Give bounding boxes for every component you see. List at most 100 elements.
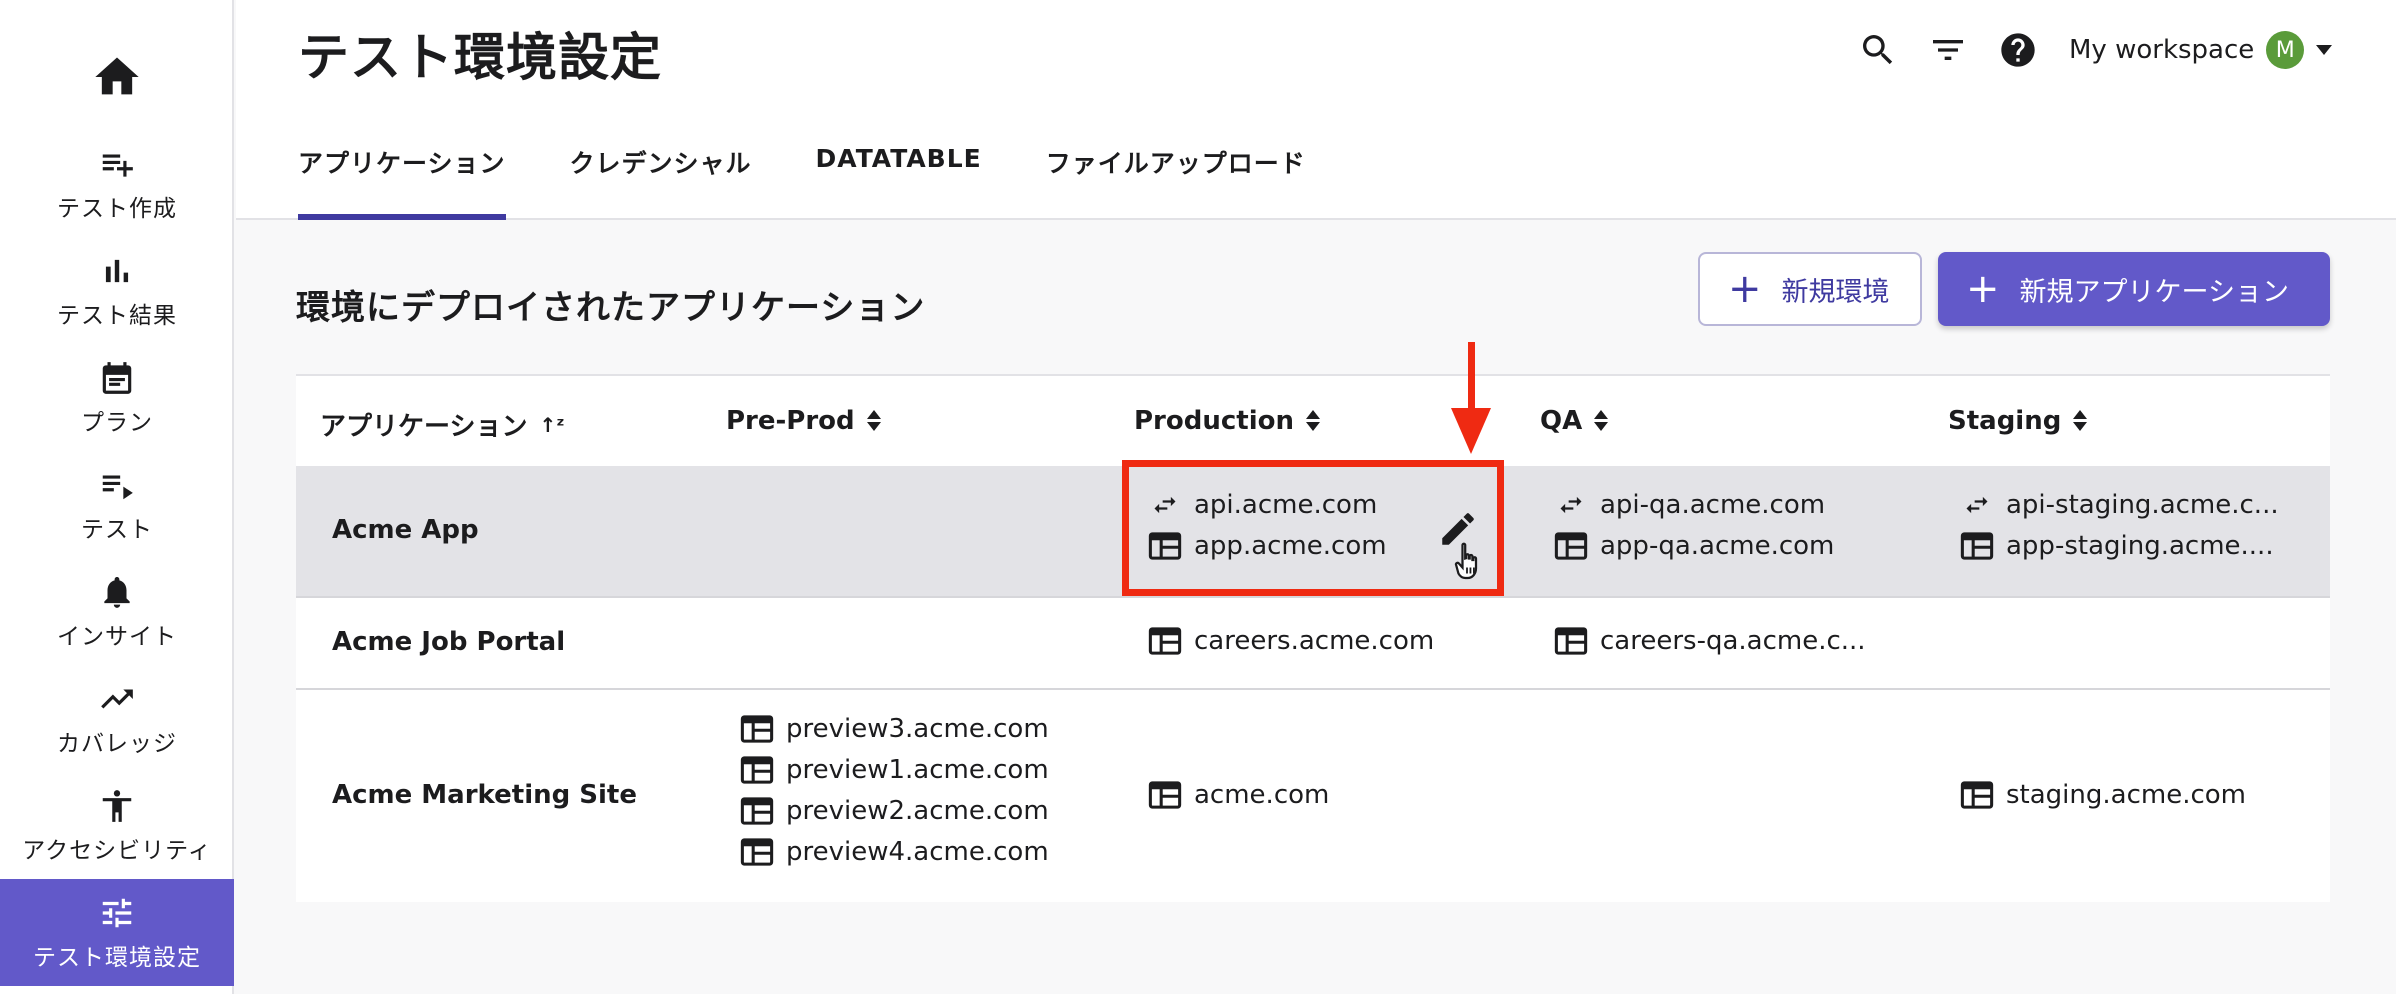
swap-icon bbox=[1960, 491, 1994, 519]
nav-item-tests[interactable]: テスト bbox=[0, 451, 234, 558]
button-label: 新規環境 bbox=[1781, 276, 1890, 308]
sidebar: テスト作成 テスト結果 プラン テスト インサイト カバレッジ アクセシビリティ… bbox=[0, 0, 234, 994]
column-header-qa[interactable]: QA bbox=[1540, 406, 1609, 436]
column-header-production[interactable]: Production bbox=[1134, 406, 1320, 436]
app-name: Acme App bbox=[332, 515, 479, 545]
web-icon bbox=[740, 756, 774, 784]
bell-icon bbox=[104, 576, 130, 608]
column-header-staging[interactable]: Staging bbox=[1948, 406, 2088, 436]
endpoint-text: preview3.acme.com bbox=[786, 714, 1049, 744]
section-title: 環境にデプロイされたアプリケーション bbox=[296, 288, 926, 328]
new-application-button[interactable]: + 新規アプリケーション bbox=[1938, 252, 2330, 326]
web-icon bbox=[1960, 781, 1994, 809]
annotation-arrow bbox=[1468, 342, 1475, 412]
sort-icon[interactable] bbox=[866, 410, 881, 432]
avatar: M bbox=[2266, 31, 2305, 69]
endpoint-text: acme.com bbox=[1194, 780, 1330, 810]
nav-item-label: テスト結果 bbox=[57, 302, 177, 329]
calendar-icon bbox=[102, 361, 132, 394]
accessibility-icon bbox=[102, 789, 132, 822]
column-header-application[interactable]: アプリケーション ↑ᶻ bbox=[320, 406, 565, 443]
web-icon bbox=[1554, 532, 1588, 560]
endpoint-text: careers-qa.acme.c... bbox=[1600, 626, 1866, 656]
app-name: Acme Marketing Site bbox=[332, 780, 637, 810]
web-endpoint: staging.acme.com bbox=[1960, 780, 2246, 810]
caret-down-icon bbox=[2316, 45, 2333, 55]
nav-item-insights[interactable]: インサイト bbox=[0, 558, 234, 665]
web-icon bbox=[740, 838, 774, 866]
cell-production[interactable]: acme.com bbox=[1148, 780, 1329, 810]
workspace-label: My workspace bbox=[2069, 35, 2255, 65]
cell-staging[interactable]: api-staging.acme.c... app-staging.acme..… bbox=[1960, 490, 2279, 561]
nav-item-test-results[interactable]: テスト結果 bbox=[0, 237, 234, 344]
cell-qa[interactable]: api-qa.acme.com app-qa.acme.com bbox=[1554, 490, 1834, 561]
nav-item-label: テスト環境設定 bbox=[33, 944, 201, 971]
endpoint-text: preview2.acme.com bbox=[786, 796, 1049, 826]
web-icon bbox=[740, 797, 774, 825]
tab-bar: アプリケーション クレデンシャル DATATABLE ファイルアップロード bbox=[298, 140, 1370, 220]
table-row[interactable]: Acme Job Portal careers.acme.com careers… bbox=[296, 598, 2330, 690]
plus-icon: + bbox=[1966, 266, 2000, 312]
endpoint-text: preview1.acme.com bbox=[786, 755, 1049, 785]
endpoint-text: staging.acme.com bbox=[2006, 780, 2246, 810]
column-header-preprod[interactable]: Pre-Prod bbox=[726, 406, 881, 436]
table-header: アプリケーション ↑ᶻ Pre-Prod Production QA Stagi… bbox=[296, 376, 2330, 466]
tune-icon bbox=[102, 898, 132, 927]
sort-icon[interactable] bbox=[2073, 410, 2088, 432]
nav-item-label: カバレッジ bbox=[57, 730, 177, 757]
api-endpoint: api-qa.acme.com bbox=[1554, 490, 1834, 520]
nav-item-test-env-settings[interactable]: テスト環境設定 bbox=[0, 879, 234, 986]
annotation-arrow-head bbox=[1451, 408, 1491, 454]
search-button[interactable] bbox=[1856, 28, 1900, 72]
search-icon bbox=[1863, 35, 1893, 65]
web-icon bbox=[740, 715, 774, 743]
app-name: Acme Job Portal bbox=[332, 627, 566, 657]
tab-credentials[interactable]: クレデンシャル bbox=[570, 140, 752, 220]
cell-preprod[interactable]: preview3.acme.com preview1.acme.com prev… bbox=[740, 714, 1049, 867]
tab-label: アプリケーション bbox=[298, 149, 506, 178]
nav-item-label: テスト作成 bbox=[57, 195, 177, 222]
nav-item-plan[interactable]: プラン bbox=[0, 344, 234, 451]
nav-item-create-test[interactable]: テスト作成 bbox=[0, 130, 234, 237]
column-label: Pre-Prod bbox=[726, 406, 855, 436]
button-label: 新規アプリケーション bbox=[2019, 276, 2289, 308]
nav-item-label: テスト bbox=[81, 516, 153, 543]
web-endpoint: preview1.acme.com bbox=[740, 755, 1049, 785]
cell-production[interactable]: careers.acme.com bbox=[1148, 626, 1434, 656]
sort-icon[interactable] bbox=[1306, 410, 1320, 432]
web-endpoint: acme.com bbox=[1148, 780, 1329, 810]
cell-qa[interactable]: careers-qa.acme.c... bbox=[1554, 626, 1866, 656]
column-label: Production bbox=[1134, 406, 1294, 436]
nav-home[interactable] bbox=[0, 44, 234, 110]
api-endpoint: api-staging.acme.c... bbox=[1960, 490, 2279, 520]
endpoint-text: careers.acme.com bbox=[1194, 626, 1435, 656]
sort-alpha-icon[interactable]: ↑ᶻ bbox=[539, 413, 564, 437]
nav-item-coverage[interactable]: カバレッジ bbox=[0, 665, 234, 772]
tab-file-upload[interactable]: ファイルアップロード bbox=[1046, 140, 1306, 220]
web-icon bbox=[1148, 781, 1182, 809]
web-endpoint: preview2.acme.com bbox=[740, 796, 1049, 826]
playlist-play-icon bbox=[102, 475, 133, 499]
tab-datatable[interactable]: DATATABLE bbox=[816, 140, 982, 220]
bar-chart-icon bbox=[105, 259, 129, 282]
hand-cursor-icon bbox=[1454, 542, 1478, 580]
nav-item-accessibility[interactable]: アクセシビリティ bbox=[0, 772, 234, 879]
endpoint-text: app-qa.acme.com bbox=[1600, 531, 1835, 561]
table-row[interactable]: Acme Marketing Site preview3.acme.com pr… bbox=[296, 690, 2330, 902]
page-title: テスト環境設定 bbox=[298, 29, 663, 88]
new-environment-button[interactable]: + 新規環境 bbox=[1698, 252, 1922, 326]
help-button[interactable] bbox=[1996, 28, 2040, 72]
web-endpoint: careers-qa.acme.c... bbox=[1554, 626, 1866, 656]
playlist-add-icon bbox=[102, 154, 133, 177]
column-label: アプリケーション bbox=[320, 412, 528, 442]
endpoint-text: app-staging.acme.... bbox=[2006, 531, 2274, 561]
web-endpoint: app-qa.acme.com bbox=[1554, 531, 1834, 561]
swap-icon bbox=[1554, 491, 1588, 519]
cell-staging[interactable]: staging.acme.com bbox=[1960, 780, 2246, 810]
home-icon bbox=[95, 57, 139, 95]
sort-icon[interactable] bbox=[1594, 410, 1609, 432]
filter-button[interactable] bbox=[1926, 28, 1970, 72]
workspace-menu[interactable]: My workspace M bbox=[2069, 28, 2333, 72]
endpoint-text: api-qa.acme.com bbox=[1600, 490, 1826, 520]
tab-applications[interactable]: アプリケーション bbox=[298, 140, 506, 220]
